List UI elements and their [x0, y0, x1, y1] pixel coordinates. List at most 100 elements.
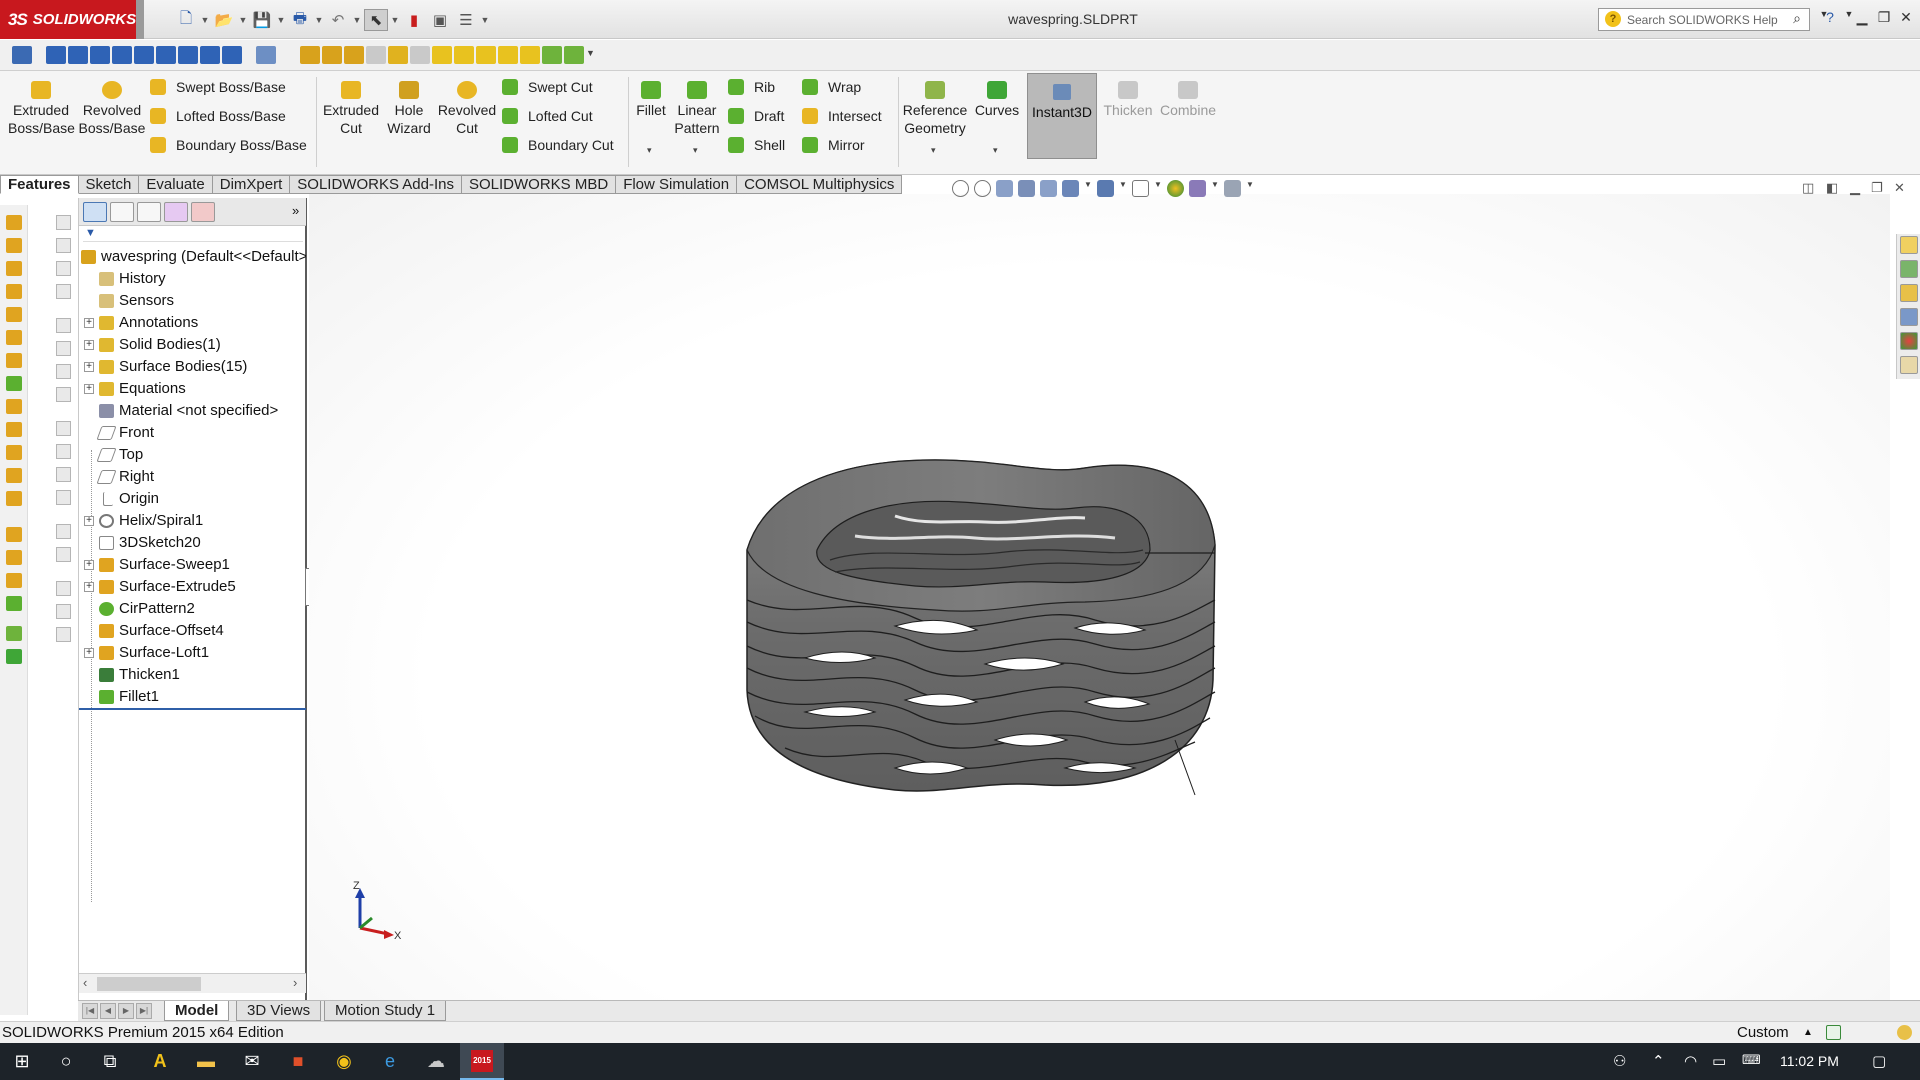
top-view-icon[interactable] [134, 46, 154, 64]
tree-item-equations[interactable]: + Equations [79, 378, 306, 400]
instant-small-icon[interactable] [520, 46, 540, 64]
expand-icon[interactable]: + [84, 560, 94, 570]
extrude-shortcut-icon[interactable] [6, 215, 22, 230]
tab-model[interactable]: Model [164, 1001, 230, 1021]
hide-show-items-icon[interactable] [1132, 179, 1149, 197]
scroll-right-icon[interactable]: › [293, 975, 297, 990]
tree-item-sensors[interactable]: Sensors [79, 290, 306, 312]
feature-small-icon[interactable] [476, 46, 496, 64]
sweep-shortcut-icon[interactable] [6, 261, 22, 276]
combine-button[interactable]: Combine [1158, 77, 1218, 119]
cortana-search-icon[interactable]: ○ [44, 1043, 88, 1080]
tree-item-solid-bodies[interactable]: + Solid Bodies(1) [79, 334, 306, 356]
tree-item-surface-sweep[interactable]: + Surface-Sweep1 [79, 554, 306, 576]
tool-small-icon[interactable] [454, 46, 474, 64]
sketch-tool-icon-1[interactable] [56, 215, 71, 230]
dimetric-view-icon[interactable] [222, 46, 242, 64]
instant3d-button[interactable]: Instant3D [1027, 73, 1097, 159]
scroll-thumb[interactable] [97, 977, 201, 991]
draft-button[interactable]: Draft [728, 104, 784, 128]
section-view-icon[interactable] [1018, 179, 1035, 197]
solidworks-resources-icon[interactable] [1900, 236, 1918, 254]
view-settings-dropdown[interactable]: ▼ [1246, 180, 1254, 197]
units-selector[interactable]: Custom [1737, 1022, 1789, 1043]
tree-item-annotations[interactable]: + Annotations [79, 312, 306, 334]
sketch-tool-icon-9[interactable] [56, 421, 71, 436]
shell-button[interactable]: Shell [728, 133, 785, 157]
expand-icon[interactable]: + [84, 582, 94, 592]
keyboard-icon[interactable]: ⌨ [1742, 1052, 1761, 1068]
tab-sketch[interactable]: Sketch [78, 175, 140, 194]
plane-small-icon[interactable] [410, 46, 430, 64]
edit-appearance-icon[interactable] [1167, 179, 1184, 197]
sketch-icon[interactable] [300, 46, 320, 64]
doc-close-icon[interactable]: ✕ [1894, 180, 1905, 196]
new-document-icon[interactable]: 🗋 [174, 9, 198, 31]
tab-motion-study[interactable]: Motion Study 1 [324, 1001, 447, 1021]
configuration-manager-tab-icon[interactable] [137, 202, 161, 222]
dynamic-annotation-icon[interactable] [1040, 179, 1057, 197]
help-search-input[interactable]: ? Search SOLIDWORKS Help ⌕ [1598, 8, 1810, 31]
expand-panel-icon[interactable]: » [292, 203, 299, 218]
wavespring-model[interactable] [745, 450, 1325, 850]
sketch-tool-icon-14[interactable] [56, 547, 71, 562]
hole-wizard-button[interactable]: Hole Wizard [384, 77, 434, 137]
rollback-bar[interactable] [79, 708, 306, 710]
doc-restore-icon[interactable]: ❐ [1871, 180, 1883, 196]
sketch-tool-icon-12[interactable] [56, 490, 71, 505]
view-orientation-dropdown[interactable]: ▼ [1084, 180, 1092, 197]
feature-manager-tab-icon[interactable] [83, 202, 107, 222]
sketch-tool-icon-5[interactable] [56, 318, 71, 333]
minimize-icon[interactable]: ▁ [1851, 9, 1873, 26]
tree-item-thicken[interactable]: Thicken1 [79, 664, 306, 686]
sketch-tool-icon-17[interactable] [56, 627, 71, 642]
undo-dropdown[interactable]: ▼ [352, 9, 362, 31]
tab-mbd[interactable]: SOLIDWORKS MBD [462, 175, 617, 194]
revolve-shortcut-icon[interactable] [6, 238, 22, 253]
view-orientation-hud-icon[interactable] [1062, 179, 1079, 197]
select-icon[interactable]: ⬉ [364, 9, 388, 31]
toolbar-dropdown-icon[interactable]: ▼ [586, 48, 596, 66]
trim-surface-icon[interactable] [6, 550, 22, 565]
bottom-view-icon[interactable] [156, 46, 176, 64]
sketch-tool-icon-4[interactable] [56, 284, 71, 299]
norton-icon[interactable]: A [138, 1043, 182, 1080]
smart-dimension-icon[interactable] [322, 46, 342, 64]
cut-small-icon[interactable] [388, 46, 408, 64]
wifi-icon[interactable]: ◠ [1684, 1052, 1697, 1070]
extruded-cut-button[interactable]: Extruded Cut [320, 77, 382, 137]
save-dropdown[interactable]: ▼ [276, 9, 286, 31]
battery-icon[interactable]: ▭ [1712, 1052, 1726, 1070]
office-icon[interactable]: ■ [276, 1043, 320, 1080]
first-tab-icon[interactable]: |◀ [82, 1003, 98, 1019]
last-tab-icon[interactable]: ▶| [136, 1003, 152, 1019]
open-icon[interactable]: 📂 [212, 9, 236, 31]
linear-pattern-button[interactable]: Linear Pattern [672, 77, 722, 137]
tab-3d-views[interactable]: 3D Views [236, 1001, 322, 1021]
curve-small-icon[interactable] [542, 46, 562, 64]
reference-geometry-button[interactable]: Reference Geometry [902, 77, 968, 137]
action-center-icon[interactable]: ▢ [1872, 1052, 1886, 1070]
display-manager-tab-icon[interactable] [191, 202, 215, 222]
fillet-button[interactable]: Fillet [632, 77, 670, 119]
front-view-icon[interactable] [46, 46, 66, 64]
sketch-tool-icon-3[interactable] [56, 261, 71, 276]
restore-icon[interactable]: ❐ [1873, 9, 1895, 26]
expand-icon[interactable]: + [84, 362, 94, 372]
folder-small-icon[interactable] [432, 46, 452, 64]
tab-addins[interactable]: SOLIDWORKS Add-Ins [290, 175, 462, 194]
fillet-dropdown-icon[interactable]: ▾ [647, 145, 652, 156]
tree-item-helix[interactable]: + Helix/Spiral1 [79, 510, 306, 532]
revolve-small-icon[interactable] [366, 46, 386, 64]
expand-icon[interactable]: + [84, 516, 94, 526]
sketch-tool-icon-2[interactable] [56, 238, 71, 253]
tree-item-surface-extrude[interactable]: + Surface-Extrude5 [79, 576, 306, 598]
options-icon[interactable]: ☰ [454, 9, 478, 31]
tree-item-surface-offset[interactable]: Surface-Offset4 [79, 620, 306, 642]
reference-dropdown-icon[interactable]: ▾ [931, 145, 936, 156]
untrim-surface-icon[interactable] [6, 573, 22, 588]
view-palette-icon[interactable] [1900, 308, 1918, 326]
previous-tab-icon[interactable]: ◀ [100, 1003, 116, 1019]
people-icon[interactable]: ⚇ [1613, 1052, 1626, 1070]
open-dropdown[interactable]: ▼ [238, 9, 248, 31]
